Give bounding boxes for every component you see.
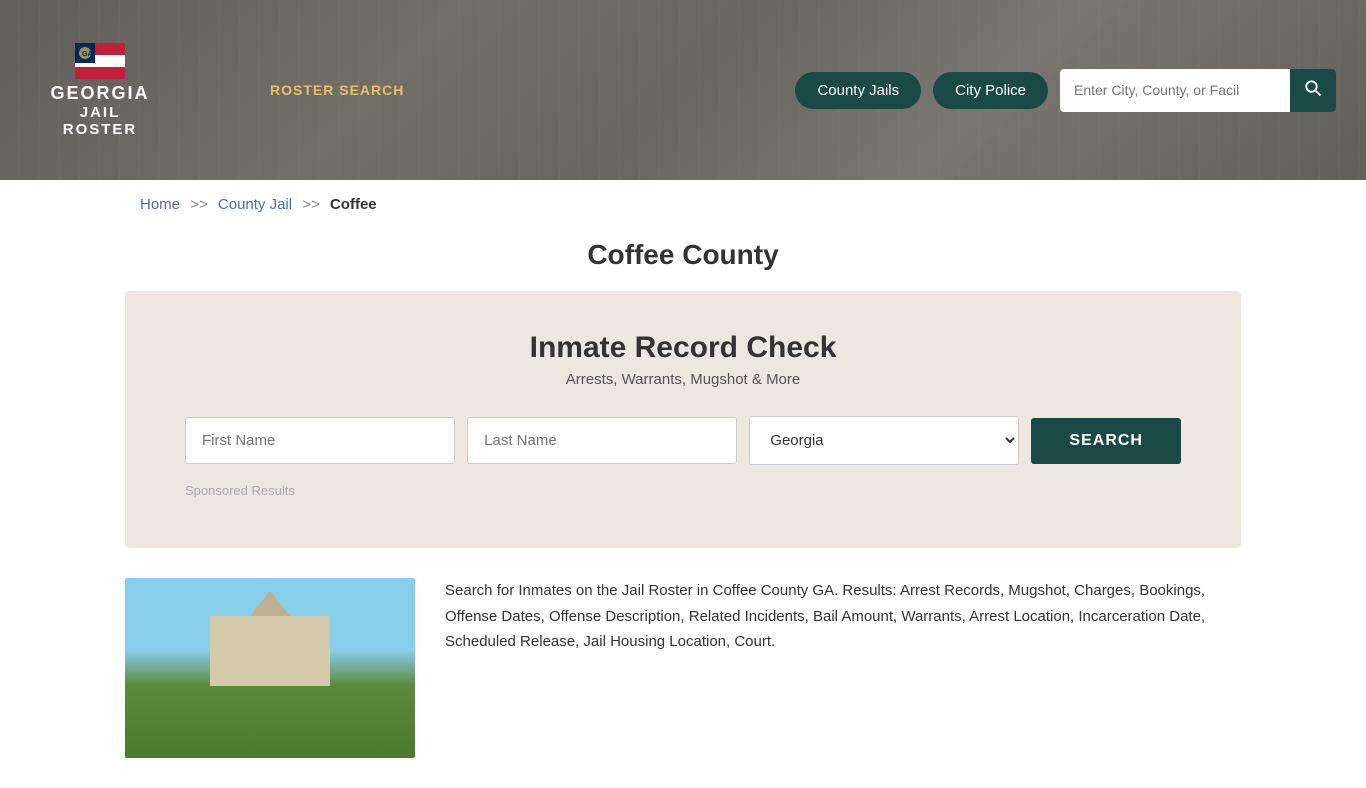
header-search-button[interactable] <box>1290 69 1336 112</box>
page-title-area: Coffee County <box>0 229 1366 291</box>
breadcrumb-county-jail[interactable]: County Jail <box>218 196 292 213</box>
breadcrumb-sep-1: >> <box>190 196 208 213</box>
first-name-input[interactable] <box>185 417 455 464</box>
breadcrumb-sep-2: >> <box>302 196 320 213</box>
sponsored-results-label: Sponsored Results <box>185 483 1181 498</box>
breadcrumb-home[interactable]: Home <box>140 196 180 213</box>
nav-roster-search[interactable]: ROSTER SEARCH <box>270 82 404 98</box>
breadcrumb: Home >> County Jail >> Coffee <box>0 180 1366 229</box>
header-right-nav: County Jails City Police <box>795 69 1336 112</box>
logo-text-georgia: GEORGIA <box>50 83 149 104</box>
breadcrumb-current: Coffee <box>330 196 377 213</box>
header-content: GA GEORGIA JAIL ROSTER ROSTER SEARCH Cou… <box>0 0 1366 180</box>
inmate-search-subtitle: Arrests, Warrants, Mugshot & More <box>185 371 1181 388</box>
georgia-flag-icon: GA <box>75 43 125 79</box>
inmate-search-form: Georgia Alabama Florida Tennessee SEARCH <box>185 416 1181 465</box>
last-name-input[interactable] <box>467 417 737 464</box>
search-icon <box>1304 79 1322 97</box>
logo-text-jail: JAIL <box>80 104 121 121</box>
county-building-image <box>125 578 415 758</box>
page-title: Coffee County <box>0 239 1366 271</box>
inmate-search-button[interactable]: SEARCH <box>1031 418 1181 464</box>
bottom-section: Search for Inmates on the Jail Roster in… <box>0 548 1366 788</box>
header-search-input[interactable] <box>1060 72 1290 108</box>
site-header: GA GEORGIA JAIL ROSTER ROSTER SEARCH Cou… <box>0 0 1366 180</box>
logo-text-roster: ROSTER <box>63 121 138 138</box>
header-search-bar <box>1060 69 1336 112</box>
state-select[interactable]: Georgia Alabama Florida Tennessee <box>749 416 1019 465</box>
city-police-button[interactable]: City Police <box>933 72 1048 109</box>
svg-text:GA: GA <box>82 51 93 58</box>
logo-area[interactable]: GA GEORGIA JAIL ROSTER <box>30 43 170 138</box>
county-jails-button[interactable]: County Jails <box>795 72 921 109</box>
inmate-search-title: Inmate Record Check <box>185 331 1181 365</box>
bottom-description: Search for Inmates on the Jail Roster in… <box>445 578 1241 655</box>
inmate-search-section: Inmate Record Check Arrests, Warrants, M… <box>125 291 1241 548</box>
